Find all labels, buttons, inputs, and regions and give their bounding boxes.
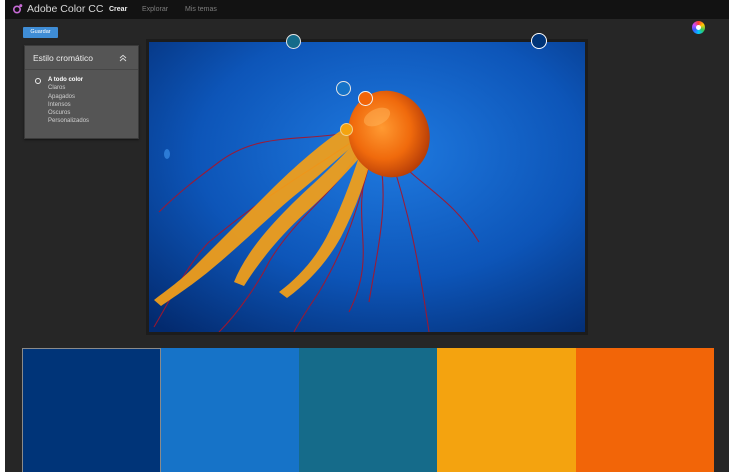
- color-swatch[interactable]: [161, 348, 299, 472]
- color-swatch[interactable]: [299, 348, 437, 472]
- style-option-apagados[interactable]: Apagados: [25, 93, 138, 101]
- style-option-label: Claros: [48, 85, 66, 92]
- app-title[interactable]: Adobe Color CC: [27, 3, 103, 16]
- color-style-panel: Estilo cromático A todo color Claros Apa…: [24, 45, 139, 139]
- tab-mis-temas[interactable]: Mis temas: [185, 5, 217, 14]
- color-picker-handle[interactable]: [336, 81, 351, 96]
- color-wheel-icon[interactable]: [692, 21, 705, 34]
- color-picker-handle[interactable]: [531, 33, 547, 49]
- color-picker-handle[interactable]: [358, 91, 373, 106]
- style-option-claros[interactable]: Claros: [25, 84, 138, 92]
- source-photo-frame: [146, 39, 588, 335]
- panel-title: Estilo cromático: [33, 53, 93, 63]
- color-wheel-center: [696, 25, 701, 30]
- color-palette: [22, 348, 714, 472]
- color-swatch[interactable]: [22, 348, 161, 472]
- style-option-oscuros[interactable]: Oscuros: [25, 109, 138, 117]
- color-swatch[interactable]: [437, 348, 576, 472]
- style-option-intensos[interactable]: Intensos: [25, 101, 138, 109]
- style-option-label: Oscuros: [48, 110, 71, 117]
- tab-crear[interactable]: Crear: [109, 5, 127, 14]
- save-button[interactable]: Guardar: [23, 27, 58, 38]
- tab-explorar[interactable]: Explorar: [142, 5, 168, 14]
- color-picker-handle[interactable]: [340, 123, 353, 136]
- style-option-label: Intensos: [48, 101, 71, 108]
- top-navigation-bar: Adobe Color CC Crear Explorar Mis temas: [5, 0, 729, 19]
- color-picker-handle[interactable]: [286, 34, 301, 49]
- panel-divider: [25, 69, 138, 70]
- style-option-label: A todo color: [48, 77, 84, 83]
- adobe-color-logo-icon[interactable]: [12, 3, 24, 15]
- chevron-up-icon[interactable]: [119, 54, 127, 62]
- color-swatch[interactable]: [576, 348, 714, 472]
- style-option-label: Apagados: [48, 93, 76, 100]
- style-option-a-todo-color[interactable]: A todo color: [25, 76, 138, 84]
- color-style-list: A todo color Claros Apagados Intensos Os…: [25, 76, 138, 126]
- style-option-personalizados[interactable]: Personalizados: [25, 117, 138, 125]
- adobe-color-app: Adobe Color CC Crear Explorar Mis temas …: [5, 0, 729, 472]
- style-option-label: Personalizados: [48, 118, 90, 125]
- radio-selected-icon[interactable]: [35, 77, 41, 84]
- jellyfish-photo[interactable]: [149, 42, 585, 332]
